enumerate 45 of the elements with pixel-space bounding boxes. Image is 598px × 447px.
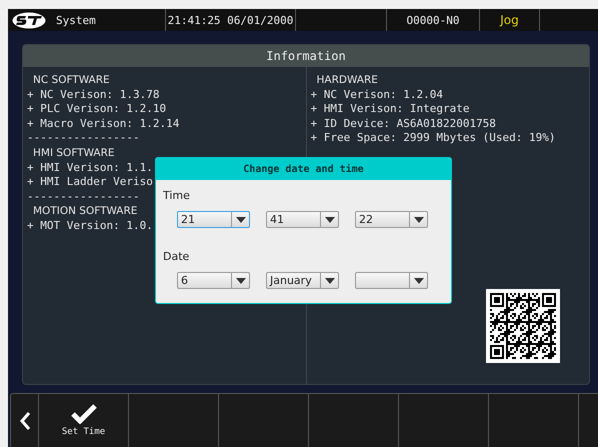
separator-line: ----------------- <box>27 131 140 146</box>
softkey-button[interactable] <box>488 393 578 447</box>
info-line: + Macro Verison: 1.2.14 <box>27 116 180 132</box>
group-label: Time <box>163 189 190 202</box>
dropdown-arrow-icon <box>324 278 334 284</box>
checkmark-icon <box>70 404 96 424</box>
dropdown-arrow-icon <box>236 216 246 222</box>
info-line: + Free Space: 2999 Mbytes (Used: 19%) <box>310 131 556 146</box>
info-line: + NC Verison: 1.2.04 <box>310 88 443 102</box>
dropdown-field[interactable]: January <box>266 272 339 289</box>
dropdown-arrow-icon <box>236 278 246 284</box>
chevron-left-icon <box>18 410 30 430</box>
info-line: + HMI Verison: 1.1. <box>27 160 153 176</box>
softkey-button[interactable] <box>398 393 488 447</box>
dropdown-field[interactable]: 21 <box>177 211 250 228</box>
section-heading: MOTION SOFTWARE <box>32 204 138 219</box>
info-line: + NC Verison: 1.3.78 <box>27 88 160 102</box>
section-title: System <box>56 14 96 26</box>
group-label: Date <box>163 250 190 263</box>
info-line: + PLC Verison: 1.2.10 <box>27 102 166 117</box>
panel-title: Information <box>23 45 589 67</box>
section-heading: HMI SOFTWARE <box>32 146 115 161</box>
section-heading: NC SOFTWARE <box>32 73 110 88</box>
back-button[interactable] <box>10 393 38 447</box>
softkey-button[interactable] <box>128 393 218 447</box>
dropdown-field[interactable] <box>355 272 428 289</box>
softkey-button[interactable] <box>578 393 598 447</box>
dropdown-field[interactable]: 22 <box>355 211 428 228</box>
dropdown-arrow-icon <box>324 216 334 222</box>
logo-icon <box>12 12 46 28</box>
info-line: + HMI Verison: Integrate <box>310 102 470 117</box>
dropdown-field[interactable]: 41 <box>266 211 339 228</box>
info-line: + HMI Ladder Veriso <box>27 175 153 190</box>
info-line: + ID Device: AS6A01822001758 <box>310 116 496 132</box>
dialog-title: Change date and time <box>156 158 451 180</box>
dropdown-arrow-icon <box>414 216 424 222</box>
dropdown-arrow-icon <box>414 278 424 284</box>
set-time-button[interactable]: Set Time <box>38 393 128 447</box>
separator-line: ----------------- <box>27 190 140 204</box>
section-heading: HARDWARE <box>316 73 378 88</box>
dropdown-field[interactable]: 6 <box>177 272 250 289</box>
info-line: + MOT Version: 1.0. <box>27 218 153 234</box>
qr-code-icon <box>486 289 560 363</box>
softkey-button[interactable] <box>308 393 398 447</box>
softkey-button[interactable] <box>218 393 308 447</box>
